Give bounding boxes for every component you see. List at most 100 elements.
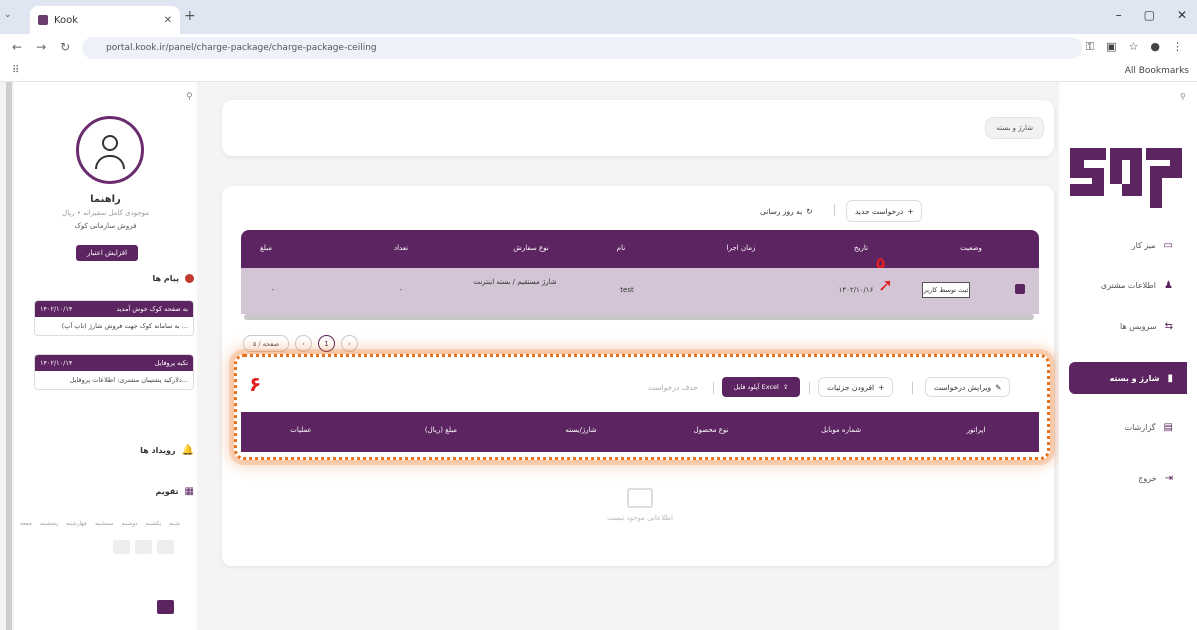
- calendar-day[interactable]: [70, 600, 87, 614]
- sidebar-item-dashboard[interactable]: میز کار ▭: [1069, 230, 1187, 260]
- calendar-day[interactable]: [113, 600, 130, 614]
- add-details-label: افزودن جزئیات: [827, 382, 875, 392]
- cell-count: -: [399, 286, 403, 294]
- annotation-number: ۵: [876, 254, 886, 272]
- page-size-select[interactable]: ۵ / صفحه: [243, 335, 289, 352]
- calendar-day[interactable]: [70, 540, 87, 554]
- next-page-icon[interactable]: ›: [341, 335, 358, 352]
- message-card[interactable]: ۱۴۰۲/۱۰/۱۴ به صفحه کوک خوش آمدید به سامان…: [34, 300, 194, 336]
- apps-icon[interactable]: ⠿: [12, 65, 19, 76]
- calendar-day[interactable]: [92, 600, 109, 614]
- col-product-type: نوع محصول: [693, 426, 729, 434]
- maximize-icon[interactable]: ▢: [1144, 8, 1155, 22]
- calendar-day[interactable]: [135, 580, 152, 594]
- sidebar-item-label: خروج: [1138, 473, 1157, 483]
- reload-icon[interactable]: ↻: [60, 40, 70, 54]
- extensions-icon[interactable]: ▣: [1106, 40, 1116, 54]
- row-checkbox[interactable]: [1015, 284, 1025, 294]
- sidebar-item-customer[interactable]: اطلاعات مشتری ♟: [1069, 270, 1187, 300]
- status-badge: ثبت توسط کاربر: [922, 282, 970, 298]
- add-details-button[interactable]: افزودن جزئیات +: [818, 377, 894, 397]
- calendar-day[interactable]: [113, 540, 131, 554]
- sidebar-pin-icon[interactable]: ⚲: [1180, 92, 1186, 101]
- upload-excel-label: آپلود فایل Excel: [733, 383, 779, 391]
- address-icons: ⚿ ▣ ☆ ● ⋮: [1086, 40, 1183, 54]
- calendar-day[interactable]: [70, 560, 87, 574]
- message-card[interactable]: ۱۴۰۲/۱۰/۱۴ تکیه پروفایل دلارکید پشتیبان م…: [34, 354, 194, 390]
- calendar-day[interactable]: [48, 560, 65, 574]
- calendar-day[interactable]: [70, 620, 87, 630]
- calendar-day[interactable]: [26, 620, 43, 630]
- browser-tab[interactable]: Kook ✕: [30, 6, 180, 34]
- calendar-day[interactable]: [157, 540, 174, 554]
- sidebar-item-label: گزارشات: [1124, 422, 1156, 432]
- pin-icon[interactable]: ⚲: [186, 92, 193, 102]
- new-tab-icon[interactable]: +: [184, 8, 196, 24]
- all-bookmarks[interactable]: All Bookmarks: [1125, 66, 1189, 76]
- back-icon[interactable]: ←: [12, 40, 22, 54]
- tab-search-icon[interactable]: ⌄: [4, 10, 12, 20]
- refresh-button[interactable]: به روز رسانی ↻: [752, 200, 821, 222]
- calendar-day[interactable]: [113, 560, 130, 574]
- calendar-day[interactable]: [135, 560, 152, 574]
- breadcrumb[interactable]: شارژ و بسته: [985, 117, 1044, 139]
- table-horizontal-scrollbar[interactable]: [244, 314, 1034, 320]
- new-request-button[interactable]: درخواست جدید +: [846, 200, 923, 222]
- page-number[interactable]: 1: [318, 335, 335, 352]
- calendar-day[interactable]: [48, 600, 65, 614]
- toolbar-divider: [713, 382, 714, 394]
- avatar: [76, 116, 144, 184]
- calendar-day[interactable]: [48, 580, 65, 594]
- close-tab-icon[interactable]: ✕: [164, 15, 172, 26]
- star-icon[interactable]: ☆: [1129, 40, 1139, 54]
- minimize-icon[interactable]: –: [1116, 8, 1122, 22]
- calendar-day[interactable]: [157, 620, 174, 630]
- bell-icon: 🔔: [181, 445, 194, 456]
- sidebar-item-services[interactable]: سرویس ها ⇆: [1069, 311, 1187, 341]
- calendar-title: تقویم: [155, 487, 179, 496]
- shop-link[interactable]: فروش سازمانی کوک: [14, 222, 197, 230]
- url-field[interactable]: portal.kook.ir/panel/charge-package/char…: [82, 37, 1082, 59]
- calendar-weekdays: جمعه پنجشنبه چهارشنبه سه‌شنبه دوشنبه یکش…: [20, 521, 180, 527]
- sidebar-item-charge-package[interactable]: شارژ و بسته ▮: [1069, 362, 1187, 394]
- edit-request-button[interactable]: ویرایش درخواست ✎: [925, 377, 1011, 397]
- prev-page-icon[interactable]: ‹: [295, 335, 312, 352]
- increase-credit-button[interactable]: افزایش اعتبار: [76, 245, 138, 261]
- kook-logo: [1070, 148, 1182, 208]
- sidebar-item-reports[interactable]: گزارشات ▤: [1069, 412, 1187, 442]
- calendar-day[interactable]: [26, 540, 43, 554]
- calendar-day[interactable]: [48, 620, 65, 630]
- left-scrollbar[interactable]: [6, 82, 12, 630]
- events-header: رویداد ها 🔔: [34, 445, 194, 456]
- calendar-day[interactable]: [113, 620, 130, 630]
- calendar-day[interactable]: [157, 580, 174, 594]
- bookmarks-bar: ⠿ All Bookmarks: [0, 62, 1197, 82]
- cell-order-type: شارژ مستقیم / بسته اینترنت: [473, 278, 557, 286]
- calendar-day[interactable]: [135, 620, 152, 630]
- messages-header: پیام ها: [34, 274, 194, 283]
- calendar-day[interactable]: [70, 580, 87, 594]
- delete-request-button[interactable]: حذف درخواست: [640, 377, 706, 397]
- calendar-day[interactable]: [92, 540, 109, 554]
- calendar-day[interactable]: [92, 580, 109, 594]
- calendar-day[interactable]: [26, 580, 43, 594]
- calendar-day[interactable]: [135, 540, 153, 554]
- profile-icon[interactable]: ●: [1150, 40, 1160, 54]
- calendar-day[interactable]: [92, 560, 109, 574]
- calendar-day[interactable]: [92, 620, 109, 630]
- calendar-day-today[interactable]: [157, 600, 174, 614]
- calendar-day[interactable]: [113, 580, 130, 594]
- sidebar-item-logout[interactable]: خروج ⇥: [1069, 463, 1187, 493]
- forward-icon[interactable]: →: [36, 40, 46, 54]
- calendar-day[interactable]: [26, 600, 43, 614]
- key-icon[interactable]: ⚿: [1086, 40, 1094, 54]
- calendar-day[interactable]: [48, 540, 65, 554]
- calendar-day[interactable]: [135, 600, 152, 614]
- sidebar-item-label: سرویس ها: [1120, 321, 1157, 331]
- calendar-day[interactable]: [157, 560, 174, 574]
- calendar-day[interactable]: [26, 560, 43, 574]
- upload-excel-button[interactable]: آپلود فایل Excel ⇪: [722, 377, 800, 397]
- close-window-icon[interactable]: ✕: [1177, 8, 1187, 22]
- user-subtitle: موجودی کامل سفیرانه • ریال: [61, 209, 150, 217]
- menu-icon[interactable]: ⋮: [1172, 40, 1183, 54]
